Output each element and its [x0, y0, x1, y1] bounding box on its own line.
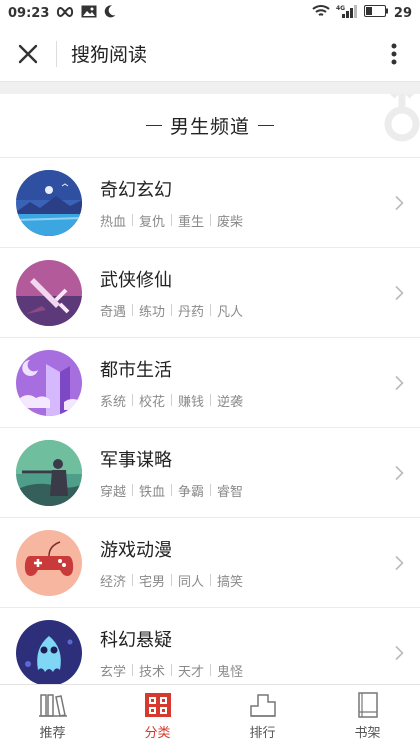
- page-title: 搜狗阅读: [71, 44, 148, 66]
- tag: 争霸: [178, 484, 205, 500]
- category-tags: 热血 复仇 重生 废柴: [100, 211, 243, 230]
- fantasy-landscape-icon: [16, 169, 82, 236]
- male-symbol-watermark-icon: [384, 94, 420, 142]
- title-dash-right: [258, 125, 274, 126]
- bottom-tab-bar: 推荐 分类 排行 书架: [0, 684, 420, 747]
- tab-ranking[interactable]: 排行: [210, 685, 315, 747]
- category-item-games[interactable]: 游戏动漫 经济 宅男 同人 搞笑: [0, 518, 420, 608]
- category-item-urban[interactable]: 都市生活 系统 校花 赚钱 逆袭: [0, 338, 420, 428]
- title-bar: 搜狗阅读: [0, 26, 420, 82]
- tag: 睿智: [217, 484, 244, 500]
- books-icon: [38, 693, 67, 717]
- more-vertical-icon: [391, 43, 397, 64]
- signal-icon: 4G: [336, 4, 358, 22]
- chevron-right-icon: [395, 555, 404, 570]
- category-name: 科幻悬疑: [100, 629, 172, 651]
- tag: 重生: [178, 214, 205, 230]
- tag: 逆袭: [217, 394, 244, 410]
- tag: 玄学: [100, 664, 127, 680]
- infinity-icon: [56, 6, 74, 21]
- battery-percent: 29: [393, 5, 412, 21]
- tag: 同人: [178, 574, 205, 590]
- tag: 废柴: [217, 214, 244, 230]
- category-name: 奇幻玄幻: [100, 179, 172, 201]
- chevron-right-icon: [395, 195, 404, 210]
- sword-icon: [16, 259, 82, 326]
- soldier-rifle-icon: [16, 439, 82, 506]
- category-grid-icon: [144, 692, 171, 717]
- tag: 练功: [139, 304, 166, 320]
- close-icon: [18, 44, 38, 63]
- battery-icon: [363, 5, 388, 21]
- category-tags: 穿越 铁血 争霸 睿智: [100, 481, 243, 500]
- channel-title: 男生频道: [169, 116, 250, 138]
- category-name: 军事谋略: [100, 449, 172, 471]
- tag: 校花: [139, 394, 166, 410]
- tag: 奇遇: [100, 304, 127, 320]
- tag: 复仇: [139, 214, 166, 230]
- chevron-right-icon: [395, 465, 404, 480]
- tag: 系统: [100, 394, 127, 410]
- chevron-right-icon: [395, 645, 404, 660]
- tag: 凡人: [217, 304, 244, 320]
- tab-recommend[interactable]: 推荐: [0, 685, 105, 747]
- ghost-icon: [16, 619, 82, 684]
- moon-icon: [104, 4, 116, 22]
- category-item-scifi[interactable]: 科幻悬疑 玄学 技术 天才 鬼怪: [0, 608, 420, 684]
- status-time: 09:23: [8, 5, 50, 21]
- category-tags: 玄学 技术 天才 鬼怪: [100, 661, 243, 680]
- image-notification-icon: [81, 5, 97, 22]
- section-gap: [0, 82, 420, 94]
- category-item-military[interactable]: 军事谋略 穿越 铁血 争霸 睿智: [0, 428, 420, 518]
- category-item-wuxia[interactable]: 武侠修仙 奇遇 练功 丹药 凡人: [0, 248, 420, 338]
- status-bar: 09:23 4G 29: [0, 0, 420, 26]
- category-name: 武侠修仙: [100, 269, 172, 291]
- ranking-icon: [249, 693, 276, 717]
- category-list-panel: 男生频道 奇幻玄幻 热血 复仇 重生 废柴 武侠修仙 奇遇 练功 丹药 凡人 都…: [0, 94, 420, 684]
- category-name: 游戏动漫: [100, 539, 172, 561]
- chevron-right-icon: [395, 285, 404, 300]
- tag: 鬼怪: [217, 664, 244, 680]
- tab-label: 书架: [354, 725, 381, 741]
- category-item-fantasy[interactable]: 奇幻玄幻 热血 复仇 重生 废柴: [0, 158, 420, 248]
- city-buildings-icon: [16, 349, 82, 416]
- category-tags: 经济 宅男 同人 搞笑: [100, 571, 243, 590]
- title-dash-left: [145, 125, 162, 126]
- category-tags: 系统 校花 赚钱 逆袭: [100, 391, 243, 410]
- tab-label: 分类: [144, 725, 171, 741]
- more-options-button[interactable]: [368, 26, 420, 82]
- channel-header: 男生频道: [0, 94, 420, 158]
- tag: 赚钱: [178, 394, 205, 410]
- tag: 经济: [100, 574, 127, 590]
- close-button[interactable]: [0, 26, 56, 82]
- category-tags: 奇遇 练功 丹药 凡人: [100, 301, 243, 320]
- tag: 铁血: [139, 484, 166, 500]
- tag: 丹药: [178, 304, 205, 320]
- svg-text:4G: 4G: [336, 5, 345, 12]
- gamepad-icon: [16, 529, 82, 596]
- tag: 穿越: [100, 484, 127, 500]
- tag: 宅男: [139, 574, 166, 590]
- category-name: 都市生活: [100, 359, 172, 381]
- tag: 天才: [178, 664, 205, 680]
- tab-label: 推荐: [39, 725, 66, 741]
- tab-category[interactable]: 分类: [105, 685, 210, 747]
- tag: 技术: [139, 664, 166, 680]
- tag: 热血: [100, 214, 127, 230]
- bookshelf-icon: [357, 691, 378, 718]
- chevron-right-icon: [395, 375, 404, 390]
- tab-label: 排行: [249, 725, 276, 741]
- title-divider: [56, 40, 57, 67]
- tag: 搞笑: [217, 574, 244, 590]
- wifi-icon: [312, 4, 330, 22]
- tab-bookshelf[interactable]: 书架: [315, 685, 420, 747]
